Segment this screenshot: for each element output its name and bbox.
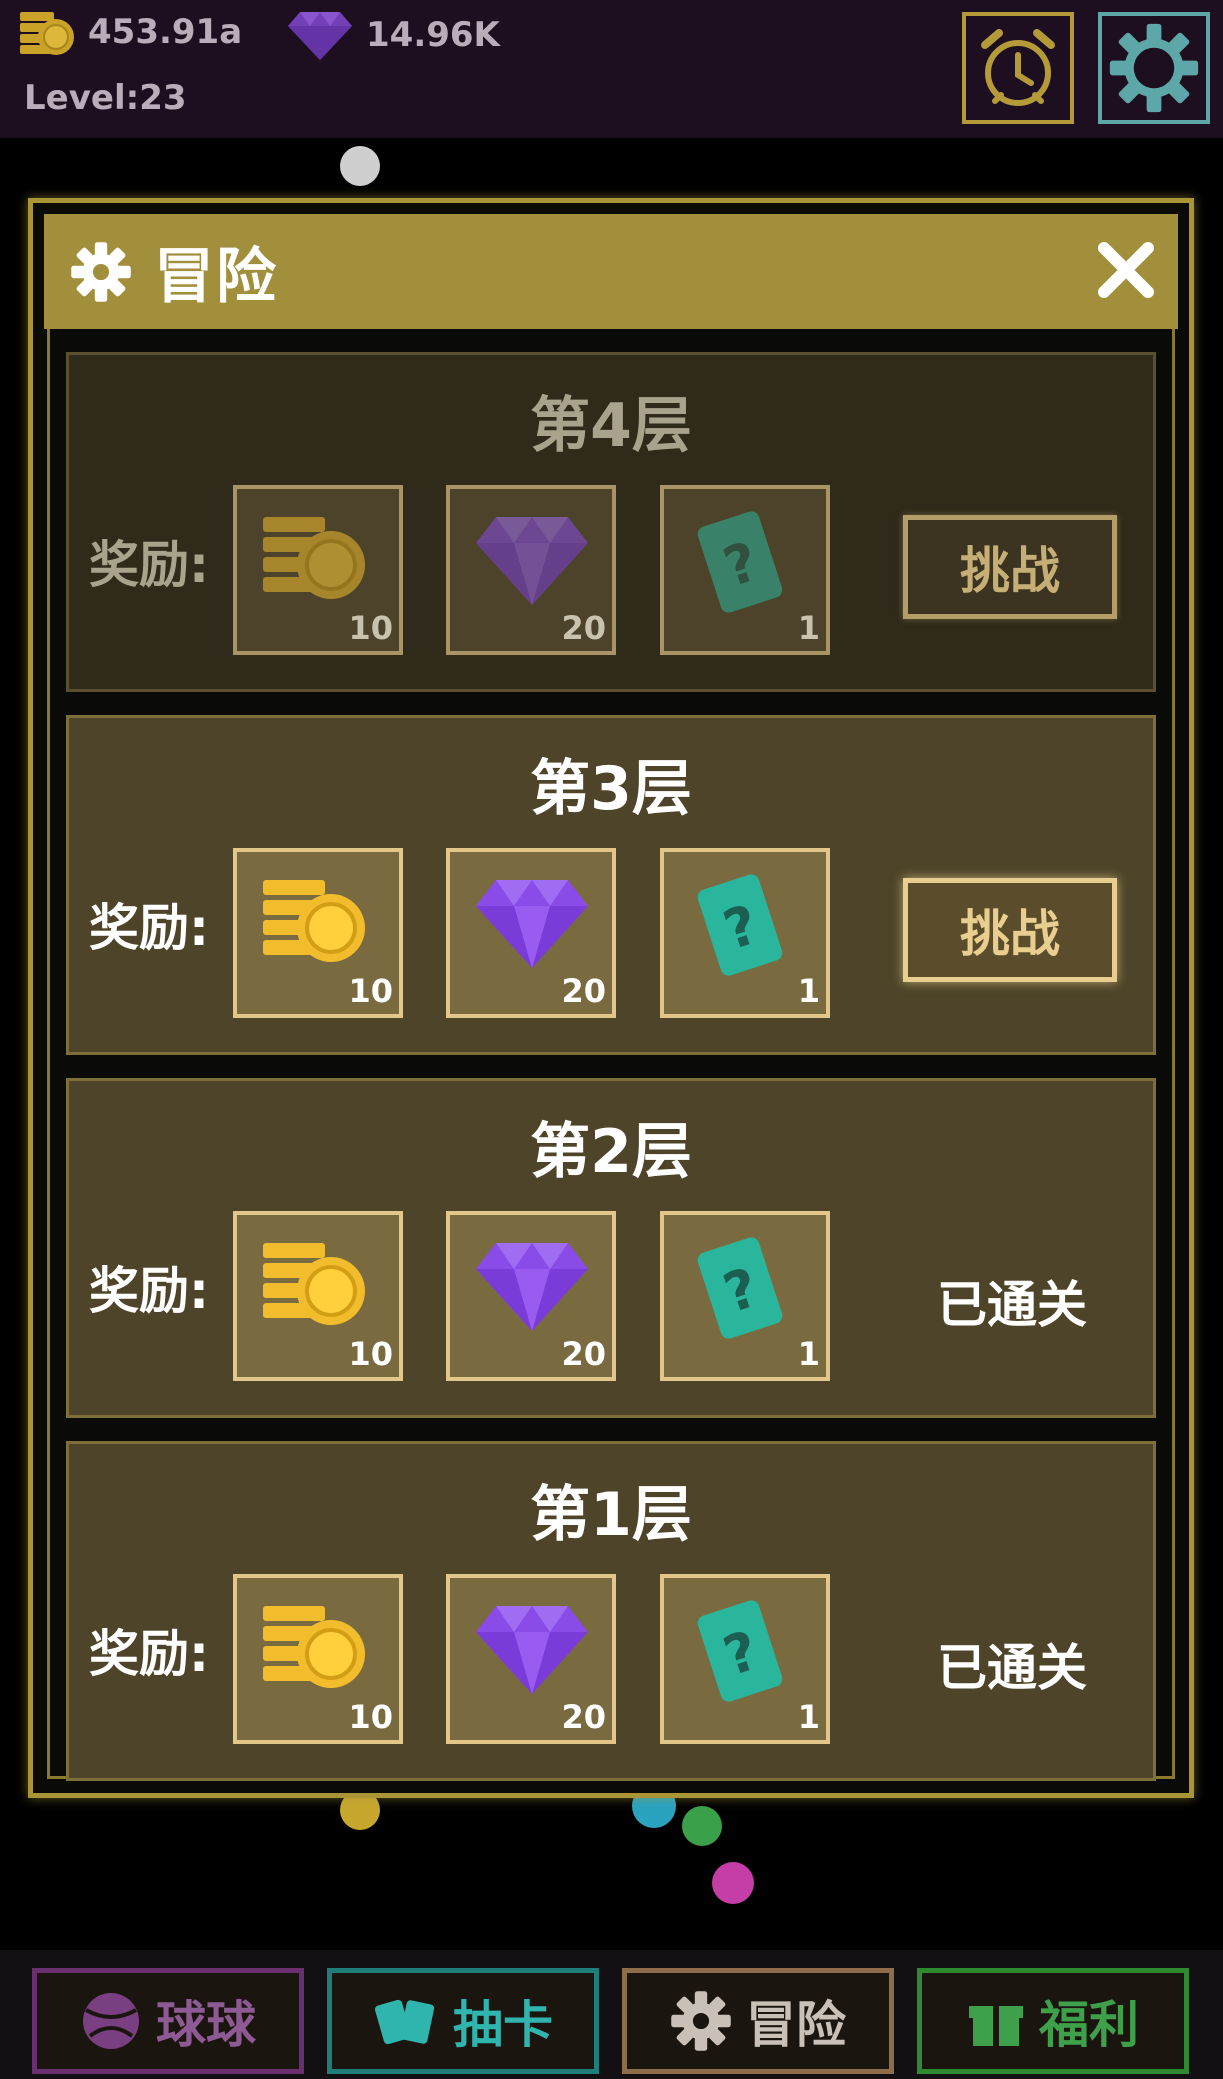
challenge-button[interactable]: 挑战 bbox=[903, 515, 1117, 619]
gear-icon bbox=[1109, 23, 1199, 113]
nav-welfare-label: 福利 bbox=[1039, 1996, 1139, 2054]
nav-adventure-button[interactable]: 冒险 bbox=[622, 1968, 894, 2074]
gem-icon bbox=[476, 1243, 588, 1331]
reward-cards: ? 1 bbox=[660, 485, 830, 655]
floor-card-4: 第4层 奖励: 10 20 ? 1 挑战 bbox=[66, 352, 1156, 692]
reward-label: 奖励: bbox=[89, 899, 209, 957]
reward-amount: 1 bbox=[797, 609, 820, 647]
coin-amount: 453.91a bbox=[88, 12, 243, 52]
nav-cards-button[interactable]: 抽卡 bbox=[327, 1968, 599, 2074]
gear-icon bbox=[671, 1991, 731, 2051]
alarm-clock-button[interactable] bbox=[962, 12, 1074, 124]
close-button[interactable] bbox=[1086, 230, 1166, 310]
reward-gems: 20 bbox=[446, 1574, 616, 1744]
floor-title: 第3层 bbox=[530, 754, 692, 824]
reward-amount: 20 bbox=[561, 1335, 606, 1373]
alarm-clock-icon bbox=[981, 29, 1055, 106]
gem-amount: 14.96K bbox=[366, 15, 500, 55]
reward-amount: 20 bbox=[561, 1698, 606, 1736]
settings-button[interactable] bbox=[1098, 12, 1210, 124]
reward-amount: 1 bbox=[797, 1335, 820, 1373]
nav-welfare-button[interactable]: 福利 bbox=[917, 1968, 1189, 2074]
reward-amount: 10 bbox=[348, 972, 393, 1010]
reward-coins: 10 bbox=[233, 485, 403, 655]
gem-counter: 14.96K bbox=[286, 8, 500, 62]
gem-icon bbox=[476, 880, 588, 968]
dialog-header: 冒险 bbox=[44, 214, 1178, 329]
reward-cards: ? 1 bbox=[660, 848, 830, 1018]
gem-icon bbox=[476, 1606, 588, 1694]
bg-ball bbox=[682, 1806, 722, 1846]
reward-amount: 10 bbox=[348, 609, 393, 647]
coin-stack-icon bbox=[20, 12, 74, 55]
coin-stack-icon bbox=[263, 1243, 365, 1325]
gift-icon bbox=[969, 2006, 1023, 2046]
floor-card-2: 第2层 奖励: 10 20 ? 1 已通关 bbox=[66, 1078, 1156, 1418]
reward-label: 奖励: bbox=[89, 1625, 209, 1683]
floor-title: 第4层 bbox=[530, 391, 692, 461]
reward-coins: 10 bbox=[233, 1574, 403, 1744]
ball-icon bbox=[83, 1993, 139, 2049]
challenge-button[interactable]: 挑战 bbox=[903, 878, 1117, 982]
mystery-card-icon: ? bbox=[697, 511, 783, 613]
reward-amount: 1 bbox=[797, 972, 820, 1010]
reward-coins: 10 bbox=[233, 848, 403, 1018]
reward-amount: 20 bbox=[561, 972, 606, 1010]
reward-cards: ? 1 bbox=[660, 1574, 830, 1744]
reward-coins: 10 bbox=[233, 1211, 403, 1381]
coin-stack-icon bbox=[263, 1606, 365, 1688]
reward-cards: ? 1 bbox=[660, 1211, 830, 1381]
reward-label: 奖励: bbox=[89, 1262, 209, 1320]
floor-title: 第1层 bbox=[530, 1480, 692, 1550]
reward-amount: 20 bbox=[561, 609, 606, 647]
gear-icon bbox=[71, 241, 131, 302]
gem-icon bbox=[476, 517, 588, 605]
cleared-status: 已通关 bbox=[937, 1639, 1087, 1697]
close-icon bbox=[1098, 242, 1154, 298]
cleared-status: 已通关 bbox=[937, 1276, 1087, 1334]
reward-amount: 10 bbox=[348, 1335, 393, 1373]
bottom-nav: 球球 抽卡 冒险 福利 bbox=[0, 1950, 1223, 2079]
nav-cards-label: 抽卡 bbox=[453, 1996, 553, 2054]
cards-icon bbox=[374, 1999, 435, 2045]
nav-balls-label: 球球 bbox=[156, 1996, 256, 2054]
top-bar: 453.91a 14.96K Level:23 bbox=[0, 0, 1223, 138]
reward-gems: 20 bbox=[446, 848, 616, 1018]
floor-card-1: 第1层 奖励: 10 20 ? 1 已通关 bbox=[66, 1441, 1156, 1781]
mystery-card-icon: ? bbox=[697, 1237, 783, 1339]
mystery-card-icon: ? bbox=[697, 874, 783, 976]
reward-gems: 20 bbox=[446, 485, 616, 655]
coin-counter: 453.91a bbox=[18, 8, 242, 56]
reward-amount: 10 bbox=[348, 1698, 393, 1736]
coin-stack-icon bbox=[263, 517, 365, 599]
bg-ball bbox=[712, 1862, 754, 1904]
nav-balls-button[interactable]: 球球 bbox=[32, 1968, 304, 2074]
reward-gems: 20 bbox=[446, 1211, 616, 1381]
floor-title: 第2层 bbox=[530, 1117, 692, 1187]
coin-stack-icon bbox=[263, 880, 365, 962]
level-indicator: Level:23 bbox=[24, 78, 187, 118]
nav-adventure-label: 冒险 bbox=[746, 1996, 846, 2054]
gem-icon bbox=[288, 12, 352, 60]
mystery-card-icon: ? bbox=[697, 1600, 783, 1702]
reward-label: 奖励: bbox=[89, 536, 209, 594]
reward-amount: 1 bbox=[797, 1698, 820, 1736]
dialog-title: 冒险 bbox=[154, 242, 278, 312]
floor-card-3: 第3层 奖励: 10 20 ? 1 挑战 bbox=[66, 715, 1156, 1055]
bg-ball bbox=[340, 146, 380, 186]
